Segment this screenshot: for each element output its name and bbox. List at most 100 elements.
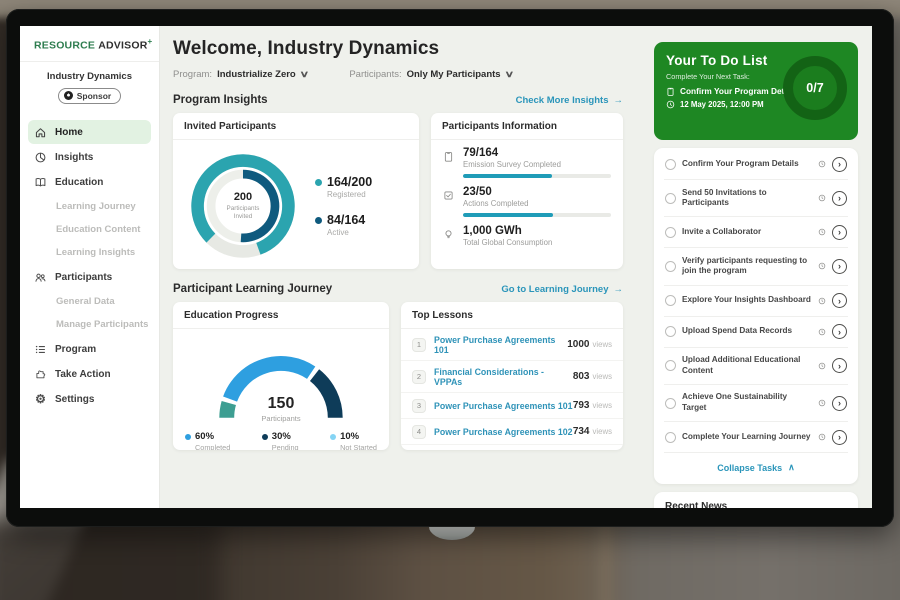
settings-icon: ⚙ xyxy=(34,393,47,406)
card-title: Participants Information xyxy=(431,113,623,140)
donut-legend: 164/200 Registered 84/164 Active xyxy=(315,175,372,237)
task-go-button[interactable]: › xyxy=(832,293,847,308)
lesson-link[interactable]: Power Purchase Agreements 101 xyxy=(434,401,573,411)
clock-icon xyxy=(818,328,826,336)
recent-news-card: Recent News xyxy=(654,492,858,508)
participants-filter[interactable]: Participants: Only My Participants ∨ xyxy=(349,69,512,80)
legend-dot xyxy=(262,434,268,440)
task-go-button[interactable]: › xyxy=(832,430,847,445)
main-content: Welcome, Industry Dynamics Program: Indu… xyxy=(160,26,636,508)
sidebar-item-participants[interactable]: Participants xyxy=(28,265,151,289)
participants-information-card: Participants Information 79/164 Emission… xyxy=(431,113,623,269)
collapse-tasks-link[interactable]: Collapse Tasks ∧ xyxy=(664,453,848,483)
lesson-row[interactable]: 1 Power Purchase Agreements 101 1000view… xyxy=(401,329,623,361)
task-checkbox[interactable] xyxy=(665,193,676,204)
sidebar-item-general-data[interactable]: General Data xyxy=(28,290,151,313)
todo-progress-ring: 0/7 xyxy=(783,56,847,120)
clock-icon xyxy=(818,399,826,407)
lesson-row[interactable]: 3 Power Purchase Agreements 101 793views xyxy=(401,393,623,419)
legend-dot xyxy=(330,434,336,440)
sidebar-item-settings[interactable]: ⚙ Settings xyxy=(28,387,151,411)
task-checkbox[interactable] xyxy=(665,326,676,337)
sidebar-item-insights[interactable]: Insights xyxy=(28,145,151,169)
sidebar-item-learning-journey[interactable]: Learning Journey xyxy=(28,195,151,218)
task-row[interactable]: Complete Your Learning Journey › xyxy=(664,422,848,453)
task-checkbox[interactable] xyxy=(665,360,676,371)
task-go-button[interactable]: › xyxy=(832,324,847,339)
task-go-button[interactable]: › xyxy=(832,358,847,373)
stat-emission-survey: 79/164 Emission Survey Completed xyxy=(443,147,611,178)
participants-icon xyxy=(34,271,47,284)
task-checkbox[interactable] xyxy=(665,398,676,409)
sidebar-item-learning-insights[interactable]: Learning Insights xyxy=(28,241,151,264)
rank-badge: 4 xyxy=(412,425,426,439)
clock-icon xyxy=(818,433,826,441)
sponsor-badge[interactable]: Sponsor xyxy=(58,88,121,104)
task-go-button[interactable]: › xyxy=(832,396,847,411)
lesson-link[interactable]: Power Purchase Agreements 102 xyxy=(434,427,573,437)
chevron-down-icon: ∨ xyxy=(504,69,514,80)
gauge-legend: 60% Completed 30% Pending 10% Not Starte… xyxy=(173,421,389,450)
org-name: Industry Dynamics xyxy=(26,71,153,82)
sidebar: RESOURCE ADVISOR+ Industry Dynamics Spon… xyxy=(20,26,160,508)
sponsor-label: Sponsor xyxy=(77,91,111,101)
task-row[interactable]: Explore Your Insights Dashboard › xyxy=(664,286,848,317)
task-checkbox[interactable] xyxy=(665,159,676,170)
clock-icon xyxy=(818,194,826,202)
lesson-link[interactable]: Financial Considerations - VPPAs xyxy=(434,367,573,387)
card-title: Education Progress xyxy=(173,302,389,329)
take-action-icon xyxy=(34,368,47,381)
legend-registered: 164/200 Registered xyxy=(315,175,372,199)
lesson-link[interactable]: Power Purchase Agreements 101 xyxy=(434,335,567,355)
task-row[interactable]: Confirm Your Program Details › xyxy=(664,149,848,180)
check-more-insights-link[interactable]: Check More Insights → xyxy=(516,95,623,106)
education-icon xyxy=(34,176,47,189)
clipboard-icon xyxy=(666,87,675,96)
task-row[interactable]: Upload Spend Data Records › xyxy=(664,317,848,348)
todo-summary-card: Your To Do List Complete Your Next Task:… xyxy=(654,42,858,140)
task-row[interactable]: Upload Additional Educational Content › xyxy=(664,348,848,385)
card-title: Top Lessons xyxy=(401,302,623,329)
sidebar-item-program[interactable]: Program xyxy=(28,337,151,361)
program-filter[interactable]: Program: Industrialize Zero ∨ xyxy=(173,69,307,80)
sidebar-item-education[interactable]: Education xyxy=(28,170,151,194)
rank-badge: 1 xyxy=(412,338,426,352)
task-checkbox[interactable] xyxy=(665,432,676,443)
task-list-card: Confirm Your Program Details › Send 50 I… xyxy=(654,148,858,484)
bulb-icon xyxy=(443,225,455,247)
section-title-learning-journey: Participant Learning Journey xyxy=(173,283,332,295)
legend-dot xyxy=(315,179,322,186)
sidebar-nav: Home Insights Education Learning Journey… xyxy=(20,115,159,416)
task-checkbox[interactable] xyxy=(665,295,676,306)
home-icon xyxy=(34,126,47,139)
task-row[interactable]: Verify participants requesting to join t… xyxy=(664,248,848,285)
lesson-row[interactable]: 2 Financial Considerations - VPPAs 803vi… xyxy=(401,361,623,393)
task-go-button[interactable]: › xyxy=(832,225,847,240)
sponsor-icon xyxy=(64,91,73,100)
task-go-button[interactable]: › xyxy=(832,157,847,172)
arrow-right-icon: → xyxy=(614,284,624,295)
org-block: Industry Dynamics Sponsor xyxy=(20,62,159,116)
task-checkbox[interactable] xyxy=(665,227,676,238)
sidebar-item-take-action[interactable]: Take Action xyxy=(28,362,151,386)
clock-icon xyxy=(818,228,826,236)
sidebar-item-manage-participants[interactable]: Manage Participants xyxy=(28,313,151,336)
task-row[interactable]: Send 50 Invitations to Participants › xyxy=(664,180,848,217)
task-checkbox[interactable] xyxy=(665,261,676,272)
logo-text-advisor: ADVISOR xyxy=(98,40,147,52)
task-go-button[interactable]: › xyxy=(832,259,847,274)
progress-bar xyxy=(463,213,611,217)
task-row[interactable]: Achieve One Sustainability Target › xyxy=(664,385,848,422)
lesson-row[interactable]: 5 Power Purchase Agreements 103 600views xyxy=(401,445,623,450)
legend-completed: 60% Completed xyxy=(185,431,230,450)
go-to-learning-journey-link[interactable]: Go to Learning Journey → xyxy=(501,284,623,295)
clock-icon xyxy=(666,100,675,109)
sidebar-item-home[interactable]: Home xyxy=(28,120,151,144)
task-row[interactable]: Invite a Collaborator › xyxy=(664,217,848,248)
invited-participants-card: Invited Participants 200 Participants In… xyxy=(173,113,419,269)
legend-active: 84/164 Active xyxy=(315,213,372,237)
lesson-row[interactable]: 4 Power Purchase Agreements 102 734views xyxy=(401,419,623,445)
clock-icon xyxy=(818,160,826,168)
task-go-button[interactable]: › xyxy=(832,191,847,206)
sidebar-item-education-content[interactable]: Education Content xyxy=(28,218,151,241)
